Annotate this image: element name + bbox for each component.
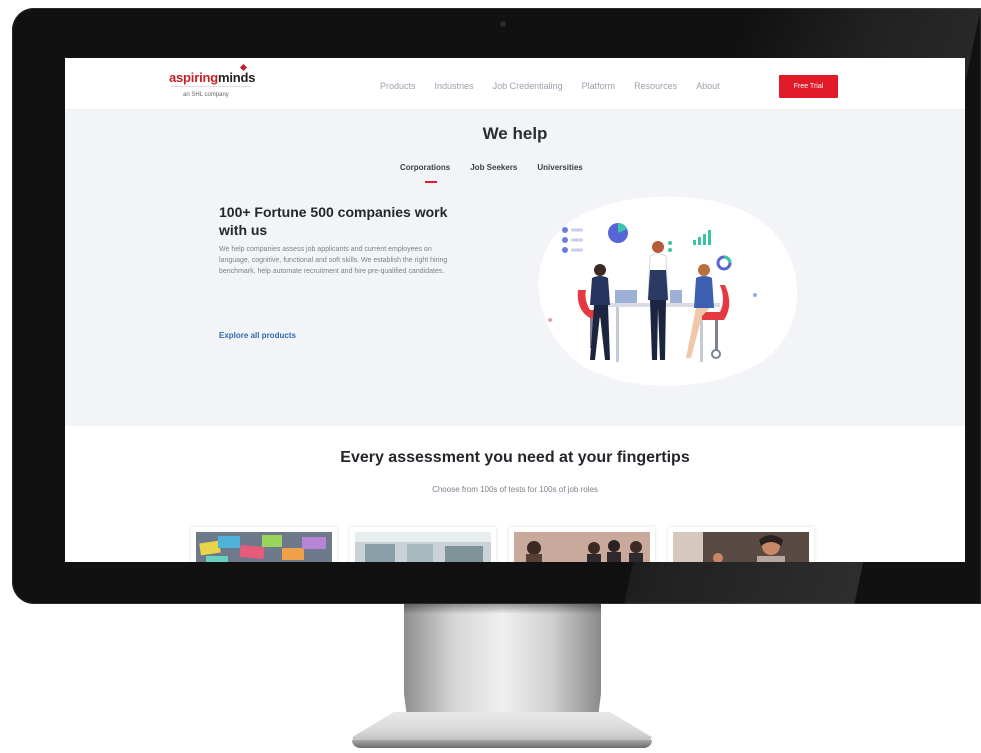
logo-word-aspiring: aspiring <box>169 70 218 85</box>
top-navigation: aspiringminds an SHL company Products In… <box>65 58 965 110</box>
nav-item-products[interactable]: Products <box>380 81 416 91</box>
stand-base-edge <box>352 740 652 748</box>
tab-universities[interactable]: Universities <box>537 163 582 172</box>
list-icon <box>562 227 583 253</box>
we-help-section: We help Corporations Job Seekers Univers… <box>65 110 965 426</box>
nav-item-resources[interactable]: Resources <box>634 81 677 91</box>
tab-job-seekers[interactable]: Job Seekers <box>470 163 517 172</box>
nav-item-platform[interactable]: Platform <box>582 81 616 91</box>
pie-chart-icon <box>608 223 628 243</box>
aspiringminds-logo[interactable]: aspiringminds an SHL company <box>169 63 261 101</box>
monitor-stand-neck <box>404 604 601 724</box>
card-thumbnail-sticky-notes <box>196 532 332 562</box>
audience-tabs: Corporations Job Seekers Universities <box>400 163 603 172</box>
free-trial-button[interactable]: Free Trial <box>779 75 838 98</box>
active-tab-indicator <box>425 181 437 183</box>
assessment-card[interactable] <box>509 527 655 562</box>
stand-shadow <box>404 604 601 614</box>
assessment-card[interactable] <box>191 527 337 562</box>
assessments-subtitle: Choose from 100s of tests for 100s of jo… <box>432 485 598 494</box>
tab-corporations[interactable]: Corporations <box>400 163 450 172</box>
hero-description: We help companies assess job applicants … <box>219 246 448 275</box>
monitor-bezel: aspiringminds an SHL company Products In… <box>12 8 981 604</box>
nav-links: Products Industries Job Credentialing Pl… <box>380 81 739 91</box>
team-meeting-illustration <box>538 196 798 386</box>
assessments-title: Every assessment you need at your finger… <box>340 449 690 466</box>
monitor-mockup: aspiringminds an SHL company Products In… <box>0 0 981 753</box>
nav-item-industries[interactable]: Industries <box>435 81 474 91</box>
nav-item-job-credentialing[interactable]: Job Credentialing <box>493 81 563 91</box>
card-thumbnail-office <box>355 532 491 562</box>
explore-products-link[interactable]: Explore all products <box>219 331 296 340</box>
logo-subtitle: an SHL company <box>183 92 229 98</box>
assessment-card[interactable] <box>668 527 814 562</box>
hero-heading: 100+ Fortune 500 companies work with us <box>219 204 448 238</box>
logo-wordmark: aspiringminds <box>169 63 261 85</box>
logo-word-minds: minds <box>217 70 256 85</box>
monitor-screen: aspiringminds an SHL company Products In… <box>65 58 965 562</box>
assessment-cards <box>191 527 827 562</box>
nav-item-about[interactable]: About <box>696 81 720 91</box>
camera-dot <box>500 21 506 27</box>
section-title: We help <box>482 124 548 143</box>
card-thumbnail-workplace <box>673 532 809 562</box>
assessment-card[interactable] <box>350 527 496 562</box>
card-thumbnail-team <box>514 532 650 562</box>
